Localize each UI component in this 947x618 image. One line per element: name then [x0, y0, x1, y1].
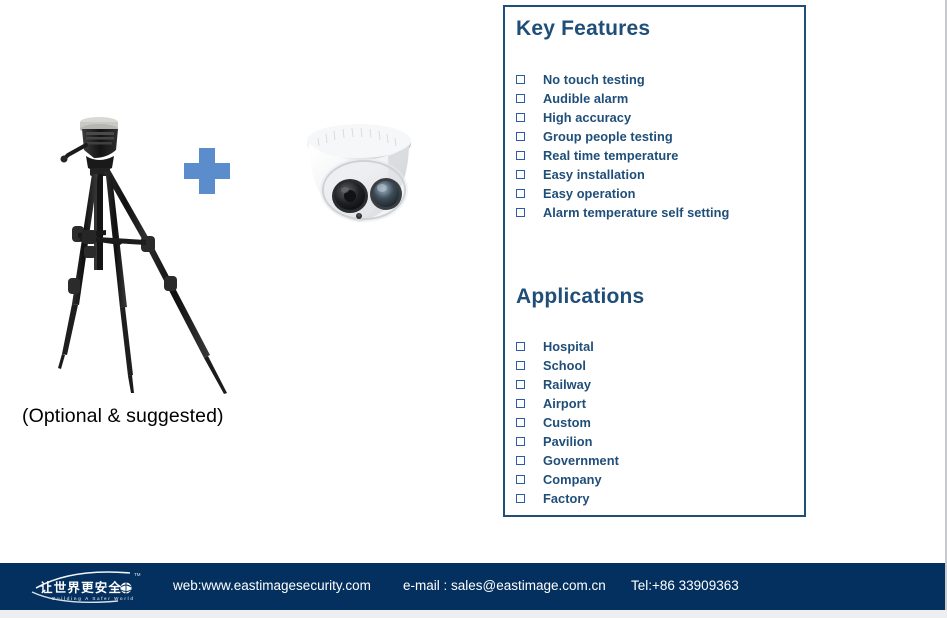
- list-item-label: Easy operation: [543, 186, 636, 201]
- checkbox-icon[interactable]: [516, 399, 525, 408]
- key-features-list: No touch testing Audible alarm High accu…: [516, 70, 729, 222]
- list-item-label: Alarm temperature self setting: [543, 205, 730, 220]
- checkbox-icon[interactable]: [516, 342, 525, 351]
- list-item-label: Company: [543, 472, 602, 487]
- list-item-label: Audible alarm: [543, 91, 629, 106]
- checkbox-icon[interactable]: [516, 437, 525, 446]
- checkbox-icon[interactable]: [516, 361, 525, 370]
- footer-bar: 让世界更安全 TM Building A Safer World web:www…: [0, 563, 947, 610]
- list-item-label: Custom: [543, 415, 591, 430]
- list-item: Audible alarm: [516, 89, 729, 108]
- page-bottom-border: [0, 610, 947, 618]
- list-item: Hospital: [516, 337, 619, 356]
- slide-canvas: (Optional & suggested) Key Features No t…: [0, 0, 947, 618]
- checkbox-icon[interactable]: [516, 75, 525, 84]
- key-features-title: Key Features: [516, 17, 651, 40]
- applications-title: Applications: [516, 285, 645, 308]
- logo-tm-mark: TM: [134, 572, 141, 577]
- list-item-label: No touch testing: [543, 72, 645, 87]
- list-item: Group people testing: [516, 127, 729, 146]
- dome-camera-image: [307, 124, 411, 222]
- product-caption: (Optional & suggested): [22, 405, 224, 427]
- checkbox-icon[interactable]: [516, 132, 525, 141]
- list-item-label: Real time temperature: [543, 148, 679, 163]
- list-item: School: [516, 356, 619, 375]
- footer-email[interactable]: e-mail : sales@eastimage.com.cn: [403, 578, 606, 593]
- list-item: Alarm temperature self setting: [516, 203, 729, 222]
- product-image-area: (Optional & suggested): [0, 0, 480, 545]
- list-item: Real time temperature: [516, 146, 729, 165]
- list-item-label: Group people testing: [543, 129, 673, 144]
- list-item-label: School: [543, 358, 586, 373]
- checkbox-icon[interactable]: [516, 151, 525, 160]
- checkbox-icon[interactable]: [516, 113, 525, 122]
- logo-tagline: Building A Safer World: [52, 596, 135, 601]
- list-item-label: Government: [543, 453, 619, 468]
- checkbox-icon[interactable]: [516, 189, 525, 198]
- checkbox-icon[interactable]: [516, 475, 525, 484]
- plus-icon: [184, 148, 230, 194]
- list-item: Factory: [516, 489, 619, 508]
- checkbox-icon[interactable]: [516, 494, 525, 503]
- list-item-label: Easy installation: [543, 167, 645, 182]
- applications-list: Hospital School Railway Airport Custom P…: [516, 337, 619, 508]
- list-item: High accuracy: [516, 108, 729, 127]
- footer-telephone: Tel:+86 33909363: [631, 578, 739, 593]
- list-item: Easy installation: [516, 165, 729, 184]
- checkbox-icon[interactable]: [516, 94, 525, 103]
- checkbox-icon[interactable]: [516, 418, 525, 427]
- list-item-label: Pavilion: [543, 434, 593, 449]
- list-item-label: High accuracy: [543, 110, 632, 125]
- footer-website[interactable]: web:www.eastimagesecurity.com: [173, 578, 371, 593]
- list-item-label: Airport: [543, 396, 587, 411]
- list-item: No touch testing: [516, 70, 729, 89]
- company-logo: 让世界更安全 TM Building A Safer World: [31, 571, 141, 603]
- checkbox-icon[interactable]: [516, 380, 525, 389]
- list-item: Pavilion: [516, 432, 619, 451]
- list-item: Company: [516, 470, 619, 489]
- list-item-label: Factory: [543, 491, 590, 506]
- list-item: Government: [516, 451, 619, 470]
- features-applications-box: Key Features No touch testing Audible al…: [503, 5, 806, 517]
- list-item: Easy operation: [516, 184, 729, 203]
- checkbox-icon[interactable]: [516, 456, 525, 465]
- logo-chinese-text: 让世界更安全: [40, 580, 122, 595]
- list-item: Custom: [516, 413, 619, 432]
- checkbox-icon[interactable]: [516, 170, 525, 179]
- checkbox-icon[interactable]: [516, 208, 525, 217]
- list-item: Airport: [516, 394, 619, 413]
- list-item: Railway: [516, 375, 619, 394]
- list-item-label: Hospital: [543, 339, 594, 354]
- list-item-label: Railway: [543, 377, 592, 392]
